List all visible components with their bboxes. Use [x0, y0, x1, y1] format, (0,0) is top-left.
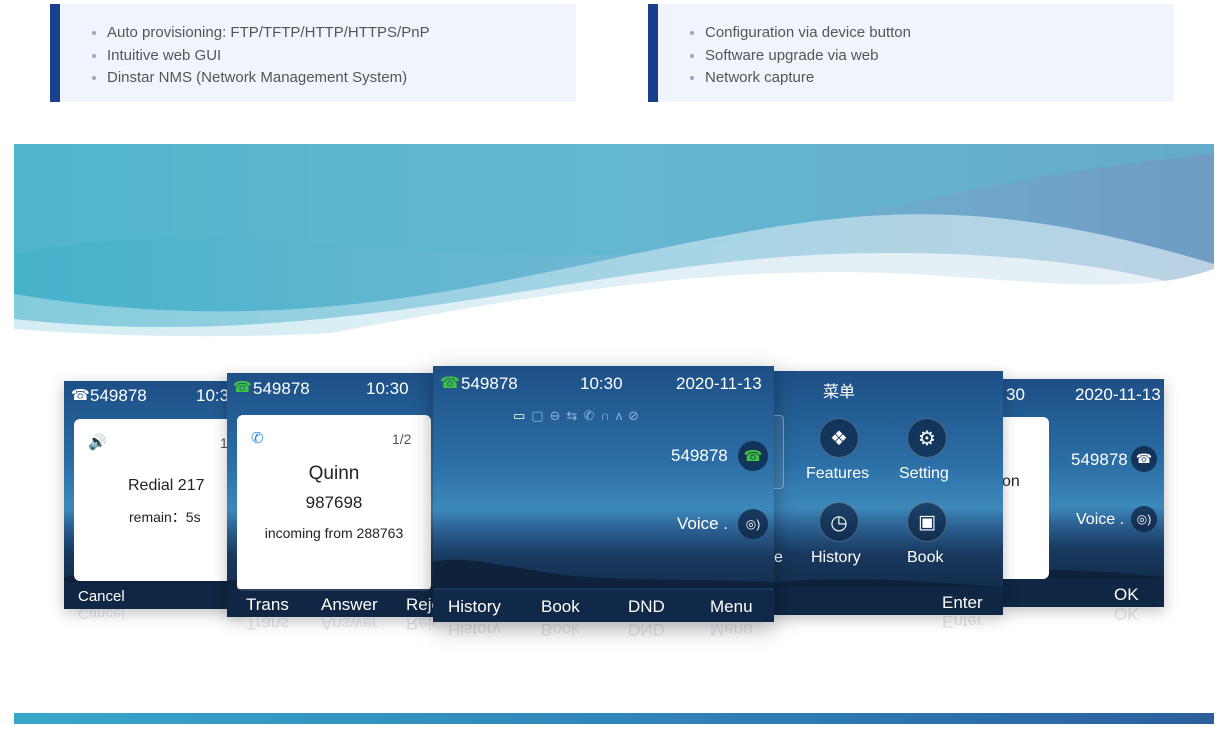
screen2-reflection: Trans Answer Reje	[246, 617, 437, 633]
wave-banner	[14, 144, 1214, 340]
date: 2020-11-13	[1075, 385, 1161, 404]
chat-icon: ▢	[531, 408, 550, 423]
menu-title: 菜单	[823, 384, 856, 401]
feature-item: Configuration via device button	[686, 22, 1174, 45]
menu-softkey[interactable]: Menu	[710, 597, 753, 617]
line-status-icon[interactable]: ☎	[1131, 446, 1157, 472]
answer-softkey[interactable]: Answer	[321, 595, 378, 615]
phone-screen-idle-main: ☎ 549878 10:30 2020-11-13 ▭▢⊖⇆✆∩ʌ⊘ 54987…	[433, 366, 774, 622]
caller-name: Quinn	[308, 463, 360, 484]
forward-icon: ⇆	[566, 408, 584, 423]
line-number: 549878	[90, 386, 147, 405]
voicemail-icon[interactable]: ◎)	[1131, 506, 1157, 532]
bottom-accent-bar	[14, 713, 1214, 724]
dnd-softkey[interactable]: DND	[628, 597, 665, 617]
caller-number: 987698	[305, 493, 363, 512]
screen1-reflection: Cancel	[78, 609, 125, 622]
menu-item-book[interactable]: Book	[907, 549, 943, 567]
phone-screen-menu: 菜单 ❖ Features ⚙ Setting e ◷ History ▣ Bo…	[772, 371, 1003, 615]
ringing-phone-icon: ✆	[251, 430, 264, 447]
redial-title: Redial 217	[128, 477, 205, 494]
auto-answer-icon: ʌ	[615, 408, 629, 423]
features-icon[interactable]: ❖	[819, 418, 859, 458]
voice-label: Voice .	[677, 514, 729, 533]
feature-item: Network capture	[686, 67, 1174, 90]
screen4-reflection: Enter	[942, 615, 983, 631]
clock: 10:30	[580, 374, 623, 393]
partial-card: on	[1002, 417, 1049, 579]
account-number: 549878	[671, 446, 728, 465]
redial-card: 🔊 1 Redial 217 remain：5s	[74, 419, 239, 581]
menu-item-features[interactable]: Features	[806, 465, 869, 483]
feature-box-right: Configuration via device button Software…	[648, 4, 1174, 102]
speaker-icon: 🔊	[88, 434, 107, 451]
line-number: 549878	[461, 374, 518, 393]
line-green-icon: ☎	[440, 375, 460, 392]
incoming-from: incoming from 288763	[264, 525, 404, 541]
feature-item: Auto provisioning: FTP/TFTP/HTTP/HTTPS/P…	[88, 22, 576, 45]
mute-icon: ⊘	[628, 408, 646, 423]
dnd-icon: ⊖	[549, 408, 567, 423]
feature-item: Software upgrade via web	[686, 45, 1174, 68]
card-text-partial: on	[1002, 473, 1020, 490]
handset-icon: ☎	[71, 387, 90, 404]
page-indicator: 1/2	[392, 431, 412, 447]
menu-item-partial: e	[774, 549, 783, 566]
line-registered-icon[interactable]: ☎	[738, 441, 768, 471]
book-icon[interactable]: ▣	[907, 502, 947, 542]
voicemail-icon[interactable]: ◎)	[738, 509, 768, 539]
date: 2020-11-13	[676, 374, 762, 393]
feature-box-left: Auto provisioning: FTP/TFTP/HTTP/HTTPS/P…	[50, 4, 576, 102]
status-icons-row: ▭▢⊖⇆✆∩ʌ⊘	[513, 408, 645, 424]
setting-icon[interactable]: ⚙	[907, 418, 947, 458]
screen3-reflection: History Book DND Menu	[448, 622, 753, 639]
headset-icon: ∩	[600, 408, 616, 423]
display-icon: ▭	[513, 408, 532, 423]
line-green-icon: ☎	[233, 379, 252, 396]
line-number: 549878	[1071, 450, 1128, 469]
feature-item: Intuitive web GUI	[88, 45, 576, 68]
book-softkey[interactable]: Book	[541, 597, 580, 617]
screen5-reflection: OK	[1114, 607, 1139, 623]
cancel-softkey[interactable]: Cancel	[78, 588, 125, 605]
trans-softkey[interactable]: Trans	[246, 595, 289, 615]
call-icon: ✆	[583, 408, 601, 423]
ok-softkey[interactable]: OK	[1114, 585, 1139, 605]
history-icon[interactable]: ◷	[819, 502, 859, 542]
menu-item-history[interactable]: History	[811, 549, 861, 567]
clock: 10:30	[366, 379, 409, 398]
redial-remain: remain：5s	[129, 509, 201, 525]
phone-screen-redial: ☎ 549878 10:30 🔊 1 Redial 217 remain：5s …	[64, 381, 239, 609]
history-softkey[interactable]: History	[448, 597, 501, 617]
feature-item: Dinstar NMS (Network Management System)	[88, 67, 576, 90]
phone-screen-idle-right: 30 2020-11-13 on 549878 ☎ Voice . ◎) OK	[1002, 379, 1164, 607]
menu-item-setting[interactable]: Setting	[899, 465, 949, 483]
enter-softkey[interactable]: Enter	[942, 593, 983, 613]
incoming-card: ✆ 1/2 Quinn 987698 incoming from 288763	[237, 415, 431, 591]
clock-partial: 30	[1006, 385, 1025, 404]
phone-screen-incoming: ☎ 549878 10:30 ✆ 1/2 Quinn 987698 incomi…	[227, 373, 437, 617]
line-number: 549878	[253, 379, 310, 398]
voice-label: Voice .	[1076, 511, 1125, 528]
